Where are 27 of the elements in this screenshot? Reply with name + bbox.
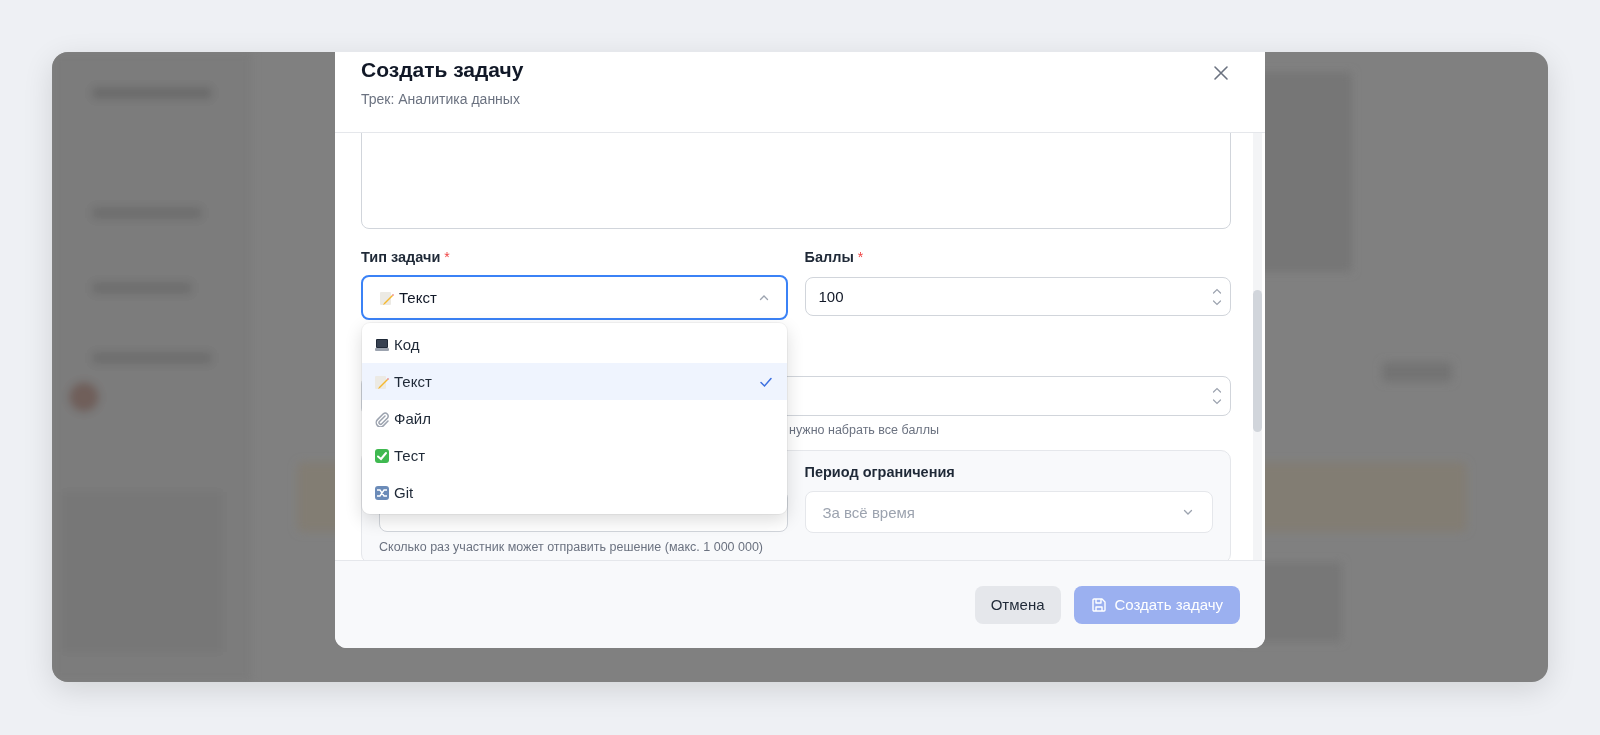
required-mark: * (857, 249, 864, 265)
description-field[interactable] (361, 133, 1231, 229)
close-icon[interactable] (1211, 63, 1231, 83)
field-hint: нужно набрать все баллы (789, 423, 939, 437)
field-label: Тип задачи (361, 249, 441, 265)
scrollbar[interactable] (1253, 133, 1262, 560)
select-field[interactable]: Текст (361, 275, 788, 320)
spinner-icon[interactable] (1212, 385, 1222, 407)
required-mark: * (444, 249, 450, 265)
field-label: Баллы (804, 249, 854, 265)
pencil-icon (374, 373, 390, 390)
dropdown-option[interactable]: Файл (362, 400, 787, 437)
field-label: Период ограничения (804, 464, 955, 480)
pencil-icon (379, 289, 395, 306)
number-field[interactable]: 100 (804, 277, 1231, 316)
field-hint: Сколько раз участник может отправить решение (макс. 1 000 000) (379, 540, 765, 555)
cancel-button[interactable]: Отмена (974, 585, 1061, 624)
shuffle-icon (374, 484, 390, 501)
checkbox-icon (374, 447, 390, 464)
dropdown-option[interactable]: Тест (362, 437, 787, 474)
dropdown-option[interactable]: Git (362, 474, 787, 511)
dropdown-option[interactable]: Текст (362, 363, 787, 400)
dropdown-option[interactable]: Код (362, 326, 787, 363)
dialog-title: Создать задачу (361, 57, 524, 83)
dialog-subtitle: Трек: Аналитика данных (361, 91, 521, 107)
paperclip-icon (374, 410, 390, 427)
laptop-icon (374, 336, 390, 353)
